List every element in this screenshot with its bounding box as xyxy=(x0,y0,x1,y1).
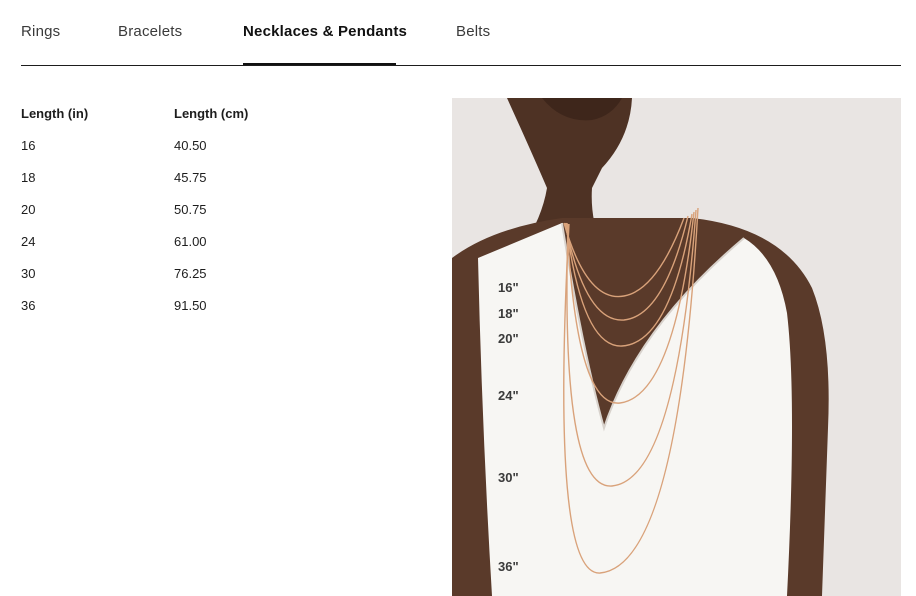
label-18in: 18" xyxy=(498,306,519,321)
tab-rings[interactable]: Rings xyxy=(21,23,60,40)
column-header-inches: Length (in) xyxy=(21,106,89,121)
table-row: 24 61.00 xyxy=(21,234,421,266)
length-in-cell: 20 xyxy=(21,202,36,217)
length-cm-cell: 45.75 xyxy=(174,170,207,185)
table-row: 36 91.50 xyxy=(21,298,421,330)
length-in-cell: 24 xyxy=(21,234,36,249)
length-cm-cell: 76.25 xyxy=(174,266,207,281)
length-cm-cell: 50.75 xyxy=(174,202,207,217)
category-tabs: Rings Bracelets Necklaces & Pendants Bel… xyxy=(21,0,901,66)
length-cm-cell: 40.50 xyxy=(174,138,207,153)
table-row: 20 50.75 xyxy=(21,202,421,234)
length-in-cell: 30 xyxy=(21,266,36,281)
tab-bracelets[interactable]: Bracelets xyxy=(118,23,182,40)
length-cm-cell: 61.00 xyxy=(174,234,207,249)
table-header-row: Length (in) Length (cm) xyxy=(21,106,421,138)
table-row: 18 45.75 xyxy=(21,170,421,202)
active-tab-indicator xyxy=(243,63,396,65)
label-36in: 36" xyxy=(498,559,519,574)
tab-necklaces-pendants[interactable]: Necklaces & Pendants xyxy=(243,23,407,40)
tab-belts[interactable]: Belts xyxy=(456,23,490,40)
length-in-cell: 16 xyxy=(21,138,36,153)
column-header-cm: Length (cm) xyxy=(174,106,249,121)
model-illustration: 16" 18" 20" 24" 30" 36" xyxy=(452,98,901,596)
length-in-cell: 36 xyxy=(21,298,36,313)
label-24in: 24" xyxy=(498,388,519,403)
length-in-cell: 18 xyxy=(21,170,36,185)
length-cm-cell: 91.50 xyxy=(174,298,207,313)
necklace-length-model-image: 16" 18" 20" 24" 30" 36" xyxy=(452,98,901,596)
label-20in: 20" xyxy=(498,331,519,346)
size-chart-table: Length (in) Length (cm) 16 40.50 18 45.7… xyxy=(21,106,421,330)
label-30in: 30" xyxy=(498,470,519,485)
table-row: 30 76.25 xyxy=(21,266,421,298)
label-16in: 16" xyxy=(498,280,519,295)
table-row: 16 40.50 xyxy=(21,138,421,170)
